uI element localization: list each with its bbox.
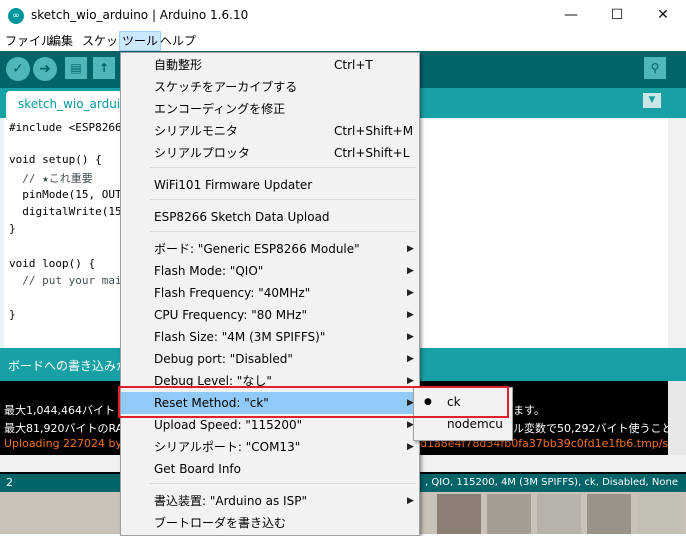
photo-thumbnail: [437, 494, 481, 534]
menu-edit[interactable]: 編集: [47, 32, 75, 50]
menu-item-flash-frequency[interactable]: Flash Frequency: "40MHz" ▶: [121, 282, 417, 304]
menu-item-label: エンコーディングを修正: [154, 102, 286, 116]
status-text: ボードへの書き込みか: [8, 359, 129, 373]
code-line: }: [9, 308, 16, 321]
code-line: // put your main: [9, 274, 135, 287]
code-line: digitalWrite(15,: [9, 205, 135, 218]
menu-item-label: スケッチをアーカイブする: [154, 80, 298, 94]
menu-separator: [150, 483, 416, 484]
menu-item-label: ESP8266 Sketch Data Upload: [154, 210, 330, 224]
menu-item-fix-encoding[interactable]: エンコーディングを修正: [121, 98, 417, 120]
console-line: 最大1,044,464バイト: [4, 404, 115, 417]
menu-tools[interactable]: ツール: [118, 31, 162, 51]
arduino-logo-icon: ∞: [8, 8, 24, 24]
menu-item-serial-port[interactable]: シリアルポート: "COM13" ▶: [121, 436, 417, 458]
console-vertical-scrollbar[interactable]: [668, 381, 686, 455]
menu-separator: [150, 231, 416, 232]
menu-item-label: WiFi101 Firmware Updater: [154, 178, 313, 192]
menu-separator: [150, 199, 416, 200]
menu-item-label: 自動整形: [154, 58, 203, 72]
code-line: #include <ESP8266Wi: [9, 121, 135, 134]
menu-item-board[interactable]: ボード: "Generic ESP8266 Module" ▶: [121, 238, 417, 260]
menu-item-label: シリアルポート: "COM13": [154, 440, 301, 454]
menu-item-debug-port[interactable]: Debug port: "Disabled" ▶: [121, 348, 417, 370]
menu-item-archive-sketch[interactable]: スケッチをアーカイブする: [121, 76, 417, 98]
menu-item-burn-bootloader[interactable]: ブートローダを書き込む: [121, 512, 417, 534]
chevron-right-icon: ▶: [407, 496, 414, 506]
console-line: ます。: [513, 404, 545, 417]
menu-help[interactable]: ヘルプ: [158, 32, 198, 50]
code-line: }: [9, 222, 16, 235]
menu-item-serial-monitor[interactable]: シリアルモニタ Ctrl+Shift+M: [121, 120, 417, 142]
menu-item-label: ボード: "Generic ESP8266 Module": [154, 242, 360, 256]
close-icon[interactable]: ✕: [640, 0, 686, 31]
menu-item-label: Flash Frequency: "40MHz": [154, 286, 311, 300]
menu-item-label: Flash Size: "4M (3M SPIFFS)": [154, 330, 326, 344]
editor-gutter: [0, 118, 4, 348]
menu-item-esp8266-data-upload[interactable]: ESP8266 Sketch Data Upload: [121, 206, 417, 228]
menu-item-label: 書込装置: "Arduino as ISP": [154, 494, 307, 508]
menu-item-label: シリアルプロッタ: [154, 146, 250, 160]
menu-item-label: CPU Frequency: "80 MHz": [154, 308, 307, 322]
code-line: void loop() {: [9, 257, 96, 270]
verify-icon[interactable]: ✓: [6, 57, 30, 81]
menu-item-shortcut: Ctrl+T: [334, 58, 373, 72]
menu-item-flash-mode[interactable]: Flash Mode: "QIO" ▶: [121, 260, 417, 282]
menu-separator: [150, 167, 416, 168]
photo-thumbnail: [537, 494, 581, 534]
window-title: sketch_wio_arduino | Arduino 1.6.10: [31, 8, 249, 22]
chevron-right-icon: ▶: [407, 332, 414, 342]
tab-label: sketch_wio_arduino: [18, 97, 136, 111]
menu-item-get-board-info[interactable]: Get Board Info: [121, 458, 417, 480]
menu-item-label: Debug port: "Disabled": [154, 352, 293, 366]
menu-item-cpu-frequency[interactable]: CPU Frequency: "80 MHz" ▶: [121, 304, 417, 326]
chevron-right-icon: ▶: [407, 266, 414, 276]
upload-icon[interactable]: ➜: [33, 57, 57, 81]
console-line: ル変数で50,292バイト使うこと: [513, 422, 673, 435]
code-line: // ★これ重要: [9, 172, 93, 185]
minimize-icon[interactable]: —: [548, 0, 594, 31]
editor-scrollbar[interactable]: [668, 118, 686, 348]
code-line: void setup() {: [9, 153, 102, 166]
tab-menu-chevron-down-icon[interactable]: ▼: [643, 93, 661, 108]
maximize-icon[interactable]: ☐: [594, 0, 640, 31]
menu-item-auto-format[interactable]: 自動整形 Ctrl+T: [121, 54, 417, 76]
menu-item-shortcut: Ctrl+Shift+M: [334, 124, 414, 138]
line-number: 2: [6, 476, 13, 489]
menu-item-label: シリアルモニタ: [154, 124, 238, 138]
serial-monitor-icon[interactable]: ⚲: [644, 57, 666, 79]
console-line: Uploading 227024 by: [4, 437, 123, 450]
photo-thumbnail: [587, 494, 631, 534]
menu-item-wifi101-updater[interactable]: WiFi101 Firmware Updater: [121, 174, 417, 196]
menu-item-shortcut: Ctrl+Shift+L: [334, 146, 410, 160]
menu-item-label: Flash Mode: "QIO": [154, 264, 264, 278]
open-icon[interactable]: ↑: [93, 57, 115, 79]
new-sketch-icon[interactable]: ▤: [65, 57, 87, 79]
code-line: pinMode(15, OUTPU: [9, 188, 135, 201]
board-info: , QIO, 115200, 4M (3M SPIFFS), ck, Disab…: [425, 477, 678, 488]
highlight-annotation-box: [118, 386, 509, 418]
console-line: 最大81,920バイトのRA: [4, 422, 124, 435]
menu-item-label: Get Board Info: [154, 462, 241, 476]
menu-item-flash-size[interactable]: Flash Size: "4M (3M SPIFFS)" ▶: [121, 326, 417, 348]
menu-item-label: ブートローダを書き込む: [154, 516, 287, 530]
photo-thumbnail: [487, 494, 531, 534]
chevron-right-icon: ▶: [407, 244, 414, 254]
menu-item-serial-plotter[interactable]: シリアルプロッタ Ctrl+Shift+L: [121, 142, 417, 164]
photo-thumbnail: [637, 494, 681, 534]
chevron-right-icon: ▶: [407, 310, 414, 320]
menu-item-programmer[interactable]: 書込装置: "Arduino as ISP" ▶: [121, 490, 417, 512]
chevron-right-icon: ▶: [407, 288, 414, 298]
chevron-right-icon: ▶: [407, 354, 414, 364]
